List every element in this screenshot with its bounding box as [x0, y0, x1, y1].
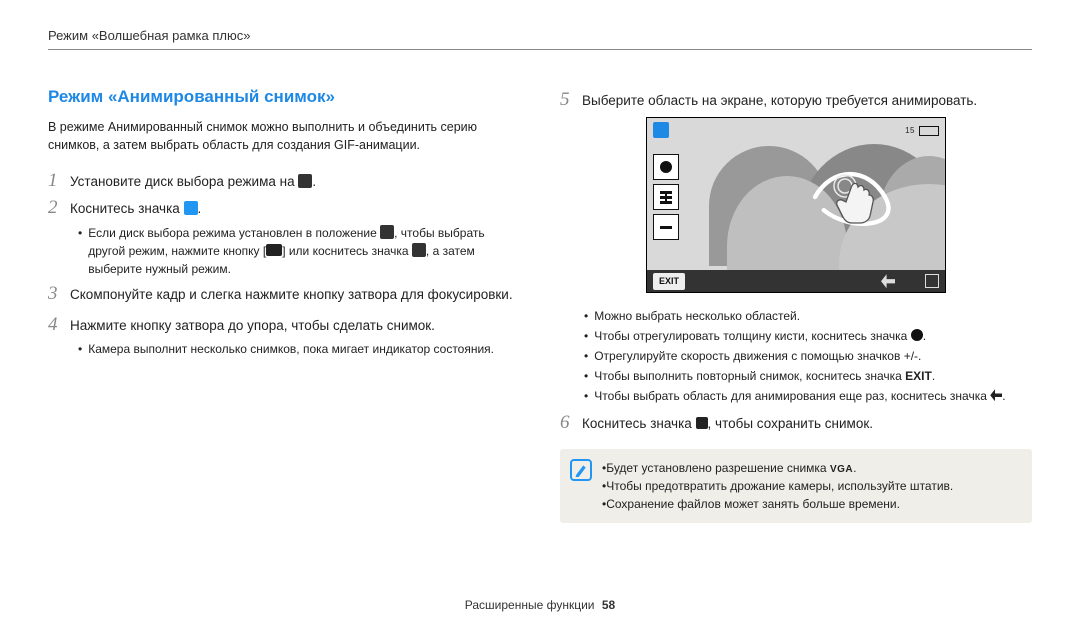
animated-photo-icon: [184, 201, 198, 215]
undo-icon: [990, 389, 1002, 401]
exit-button[interactable]: EXIT: [653, 273, 685, 291]
step-text: .: [198, 201, 202, 216]
step-number: 5: [560, 90, 582, 111]
list-item: • Камера выполнит несколько снимков, пок…: [78, 340, 520, 358]
t: Будет установлено разрешение снимка: [606, 461, 830, 475]
page-number: 58: [602, 598, 615, 612]
brush-size-button[interactable]: [653, 154, 679, 180]
tip-text: Чтобы предотвратить дрожание камеры, исп…: [606, 479, 953, 493]
save-icon: [696, 417, 708, 429]
save-icon[interactable]: [925, 274, 939, 288]
step-3: 3 Скомпонуйте кадр и слегка нажмите кноп…: [48, 284, 520, 305]
bullet-dot: •: [78, 224, 82, 242]
t: Коснитесь значка: [582, 416, 696, 431]
exit-label: EXIT: [905, 369, 932, 383]
brush-controls: [653, 154, 679, 240]
mode-dial-icon: [412, 243, 426, 257]
tip-box: •Будет установлено разрешение снимка VGA…: [560, 449, 1032, 523]
vga-label: VGA: [830, 464, 853, 475]
footer-label: Расширенные функции: [465, 598, 595, 612]
step-2-notes: • Если диск выбора режима установлен в п…: [78, 224, 520, 278]
step-text: Установите диск выбора режима на: [70, 174, 298, 189]
note-text: Чтобы отрегулировать толщину кисти, косн…: [594, 327, 926, 345]
step-text: Коснитесь значка: [70, 201, 184, 216]
speed-minus-button[interactable]: [653, 214, 679, 240]
step-6: 6 Коснитесь значка , чтобы сохранить сни…: [560, 413, 1032, 434]
device-screenshot: 15 EXIT: [646, 117, 946, 293]
section-title: Режим «Анимированный снимок»: [48, 84, 520, 110]
list-item: •Можно выбрать несколько областей.: [584, 307, 1032, 325]
tip-list: •Будет установлено разрешение снимка VGA…: [602, 459, 953, 513]
step-2: 2 Коснитесь значка .: [48, 198, 520, 219]
step-number: 3: [48, 284, 70, 305]
step-text: .: [312, 174, 316, 189]
step-number: 6: [560, 413, 582, 434]
screenshot-bottombar: EXIT: [647, 270, 945, 292]
step-4: 4 Нажмите кнопку затвора до упора, чтобы…: [48, 315, 520, 336]
step-number: 1: [48, 171, 70, 192]
intro-text: В режиме Анимированный снимок можно выпо…: [48, 118, 520, 156]
note-text: Если диск выбора режима установлен в пол…: [88, 224, 520, 278]
counter-text: 15: [905, 125, 915, 137]
status-area: 15: [905, 122, 939, 140]
list-item: •Чтобы выбрать область для анимирования …: [584, 387, 1032, 405]
list-item: •Чтобы выполнить повторный снимок, косни…: [584, 367, 1032, 385]
step-body: Нажмите кнопку затвора до упора, чтобы с…: [70, 315, 520, 336]
list-item: •Будет установлено разрешение снимка VGA…: [602, 459, 953, 477]
t: , чтобы сохранить снимок.: [708, 416, 873, 431]
right-column: 5 Выберите область на экране, которую тр…: [560, 84, 1032, 523]
step-5: 5 Выберите область на экране, которую тр…: [560, 90, 1032, 111]
step-body: Коснитесь значка , чтобы сохранить снимо…: [582, 413, 1032, 434]
note-text: Можно выбрать несколько областей.: [594, 307, 800, 325]
list-item: •Сохранение файлов может занять больше в…: [602, 495, 953, 513]
step-body: Установите диск выбора режима на .: [70, 171, 520, 192]
bullet-dot: •: [78, 340, 82, 358]
battery-icon: [919, 126, 939, 136]
left-column: Режим «Анимированный снимок» В режиме Ан…: [48, 84, 520, 523]
undo-icon[interactable]: [881, 274, 895, 288]
list-item: •Чтобы предотвратить дрожание камеры, ис…: [602, 477, 953, 495]
breadcrumb: Режим «Волшебная рамка плюс»: [48, 28, 1032, 43]
step-body: Скомпонуйте кадр и слегка нажмите кнопку…: [70, 284, 520, 305]
note-text: Чтобы выбрать область для анимирования е…: [594, 387, 1005, 405]
tip-text: Сохранение файлов может занять больше вр…: [606, 497, 900, 511]
list-item: • Если диск выбора режима установлен в п…: [78, 224, 520, 278]
brush-size-icon: [911, 329, 923, 341]
t: ] или коснитесь значка: [282, 244, 412, 258]
screenshot-topbar: 15: [653, 122, 939, 140]
note-text: Отрегулируйте скорость движения с помощь…: [594, 347, 921, 365]
step-1: 1 Установите диск выбора режима на .: [48, 171, 520, 192]
divider: [48, 49, 1032, 50]
note-text: Чтобы выполнить повторный снимок, коснит…: [594, 367, 935, 385]
note-text: Камера выполнит несколько снимков, пока …: [88, 340, 494, 358]
mode-dial-icon: [380, 225, 394, 239]
t: .: [853, 461, 856, 475]
page-footer: Расширенные функции 58: [0, 598, 1080, 612]
step-body: Коснитесь значка .: [70, 198, 520, 219]
step-number: 4: [48, 315, 70, 336]
content-columns: Режим «Анимированный снимок» В режиме Ан…: [48, 84, 1032, 523]
back-button-icon: [266, 244, 282, 256]
mode-badge-icon: [653, 122, 669, 138]
step-5-notes: •Можно выбрать несколько областей. •Чтоб…: [584, 307, 1032, 405]
step-body: Выберите область на экране, которую треб…: [582, 90, 1032, 111]
list-item: •Отрегулируйте скорость движения с помощ…: [584, 347, 1032, 365]
step-4-notes: • Камера выполнит несколько снимков, пок…: [78, 340, 520, 358]
note-icon: [570, 459, 592, 481]
list-item: •Чтобы отрегулировать толщину кисти, кос…: [584, 327, 1032, 345]
mode-dial-icon: [298, 174, 312, 188]
speed-plus-button[interactable]: [653, 184, 679, 210]
touch-hand-icon: [831, 172, 885, 232]
t: Если диск выбора режима установлен в пол…: [88, 226, 380, 240]
step-number: 2: [48, 198, 70, 219]
